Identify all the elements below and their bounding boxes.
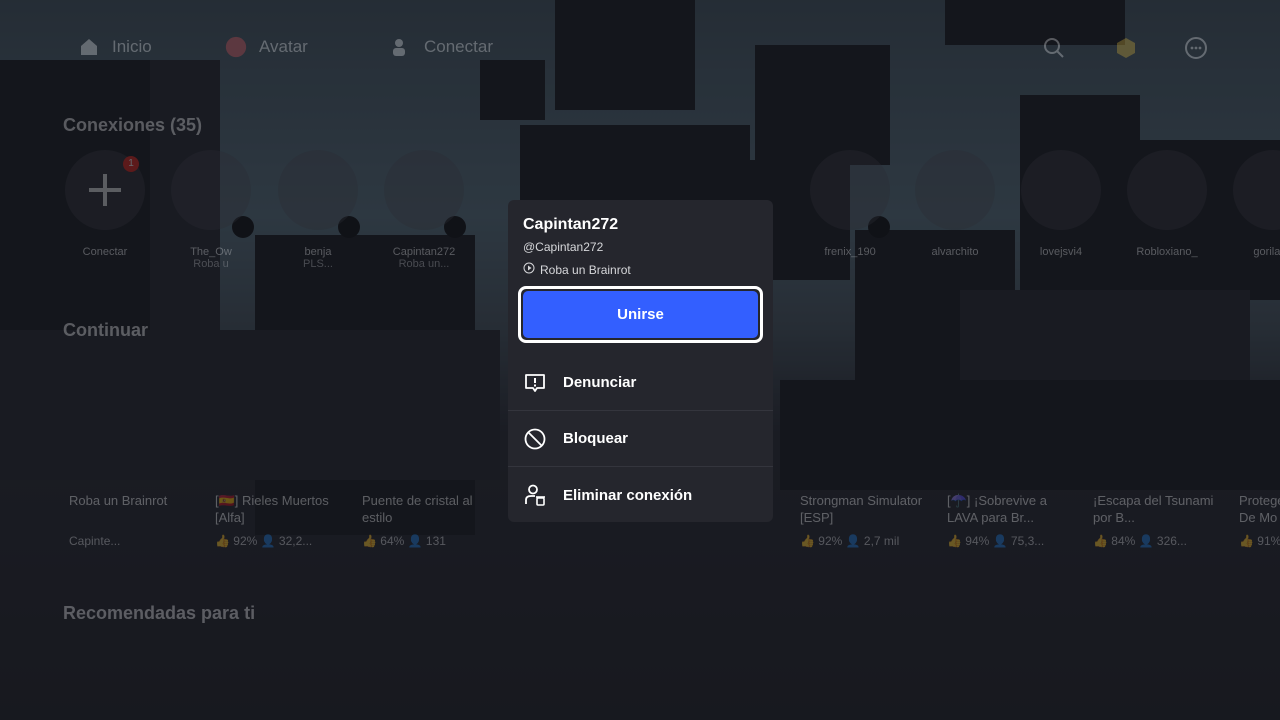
game-stats: 👍 91% xyxy=(1239,534,1280,548)
game-stats: 👍 64% 👤 131 xyxy=(362,534,446,548)
game-card[interactable]: [🇪🇸] Rieles Muertos [Alfa] 👍 92% 👤 32,2.… xyxy=(215,492,345,548)
avatar xyxy=(1021,150,1101,230)
avatar xyxy=(171,150,251,230)
connection-name: alvarchito xyxy=(931,246,979,258)
game-title: [🇪🇸] Rieles Muertos [Alfa] xyxy=(215,493,329,525)
connection-item[interactable]: frenix_190 xyxy=(805,150,895,258)
block-menu-item[interactable]: Bloquear xyxy=(508,411,773,467)
connection-name: Robloxiano_ xyxy=(1136,246,1198,258)
avatar xyxy=(278,150,358,230)
nav-connect-label: Conectar xyxy=(424,37,493,56)
notification-badge: 1 xyxy=(123,156,139,172)
connection-menu-popup: Capintan272 @Capintan272 Roba un Brainro… xyxy=(508,200,773,522)
block-icon xyxy=(523,427,547,451)
home-icon xyxy=(78,36,100,58)
recommended-title: Recomendadas para ti xyxy=(63,603,256,623)
connection-item[interactable]: Capintan272 Roba un... xyxy=(379,150,469,270)
report-icon xyxy=(523,371,547,395)
connection-item[interactable]: gorila_4 xyxy=(1228,150,1280,258)
connection-name: The_Ow xyxy=(190,246,232,258)
game-title: ¡Escapa del Tsunami por B... xyxy=(1093,493,1214,525)
connection-name: benja xyxy=(304,246,332,258)
robux-icon[interactable] xyxy=(1114,36,1138,60)
avatar xyxy=(1233,150,1280,230)
remove-user-icon xyxy=(523,483,547,507)
people-icon xyxy=(390,36,412,58)
game-title: Strongman Simulator [ESP] xyxy=(800,493,923,525)
connection-item[interactable]: Robloxiano_ xyxy=(1122,150,1212,258)
connection-name: Capintan272 xyxy=(392,246,456,258)
game-card[interactable]: Strongman Simulator [ESP] 👍 92% 👤 2,7 mi… xyxy=(800,492,930,548)
game-stats: 👍 94% 👤 75,3... xyxy=(947,534,1045,548)
connection-status: Roba un... xyxy=(398,258,450,270)
avatar xyxy=(1127,150,1207,230)
search-icon[interactable] xyxy=(1042,36,1066,60)
nav-avatar-label: Avatar xyxy=(259,37,308,56)
game-title: [☂️] ¡Sobrevive a LAVA para Br... xyxy=(947,493,1048,525)
connection-name: gorila_4 xyxy=(1253,246,1280,258)
game-title: Protege De Mo xyxy=(1239,493,1280,525)
game-title: Puente de cristal al estilo xyxy=(362,493,473,525)
remove-connection-label: Eliminar conexión xyxy=(563,486,693,504)
game-card[interactable]: Puente de cristal al estilo 👍 64% 👤 131 xyxy=(362,492,492,548)
popup-current-game: Roba un Brainrot xyxy=(523,262,631,277)
remove-connection-menu-item[interactable]: Eliminar conexión xyxy=(508,467,773,523)
game-card[interactable]: [☂️] ¡Sobrevive a LAVA para Br... 👍 94% … xyxy=(947,492,1077,548)
more-icon[interactable] xyxy=(1184,36,1208,60)
connection-item[interactable]: benja PLS... xyxy=(273,150,363,270)
game-card[interactable]: Roba un Brainrot Capinte... xyxy=(69,492,199,548)
connection-add[interactable]: 1 Conectar xyxy=(60,150,150,258)
popup-display-name: Capintan272 xyxy=(523,216,619,233)
game-title: Roba un Brainrot xyxy=(69,493,168,508)
join-button[interactable]: Unirse xyxy=(518,286,763,343)
avatar xyxy=(384,150,464,230)
game-stats: 👍 92% 👤 32,2... xyxy=(215,534,313,548)
avatar-icon xyxy=(225,36,247,58)
nav-avatar[interactable]: Avatar xyxy=(225,36,308,58)
connection-status: Roba u xyxy=(193,258,229,270)
top-navigation: Inicio Avatar Conectar xyxy=(0,30,1280,70)
avatar: 1 xyxy=(65,150,145,230)
connection-item[interactable]: alvarchito xyxy=(910,150,1000,258)
popup-menu: Denunciar Bloquear Eliminar conexión xyxy=(508,355,773,523)
game-stats: Capinte... xyxy=(69,534,121,548)
connection-status: PLS... xyxy=(303,258,333,270)
connection-item[interactable]: lovejsvi4 xyxy=(1016,150,1106,258)
join-button-label: Unirse xyxy=(523,291,758,338)
nav-home-label: Inicio xyxy=(112,37,152,56)
connection-name: lovejsvi4 xyxy=(1039,246,1083,258)
block-label: Bloquear xyxy=(563,430,629,447)
game-card[interactable]: Protege De Mo 👍 91% xyxy=(1239,492,1280,548)
connection-name: frenix_190 xyxy=(824,246,876,258)
popup-username: @Capintan272 xyxy=(523,240,604,254)
plus-icon xyxy=(89,174,121,206)
nav-connect[interactable]: Conectar xyxy=(390,36,493,58)
play-icon xyxy=(523,262,535,277)
avatar xyxy=(915,150,995,230)
report-menu-item[interactable]: Denunciar xyxy=(508,355,773,411)
game-stats: 👍 84% 👤 326... xyxy=(1093,534,1187,548)
connection-name: Conectar xyxy=(82,246,128,258)
nav-home[interactable]: Inicio xyxy=(78,36,152,58)
report-label: Denunciar xyxy=(563,374,637,391)
avatar xyxy=(810,150,890,230)
connections-title: Conexiones (35) xyxy=(63,115,203,135)
continue-title: Continuar xyxy=(63,320,148,340)
game-card[interactable]: ¡Escapa del Tsunami por B... 👍 84% 👤 326… xyxy=(1093,492,1223,548)
connection-item[interactable]: The_Ow Roba u xyxy=(166,150,256,270)
popup-game-name: Roba un Brainrot xyxy=(540,262,631,277)
game-stats: 👍 92% 👤 2,7 mil xyxy=(800,534,900,548)
